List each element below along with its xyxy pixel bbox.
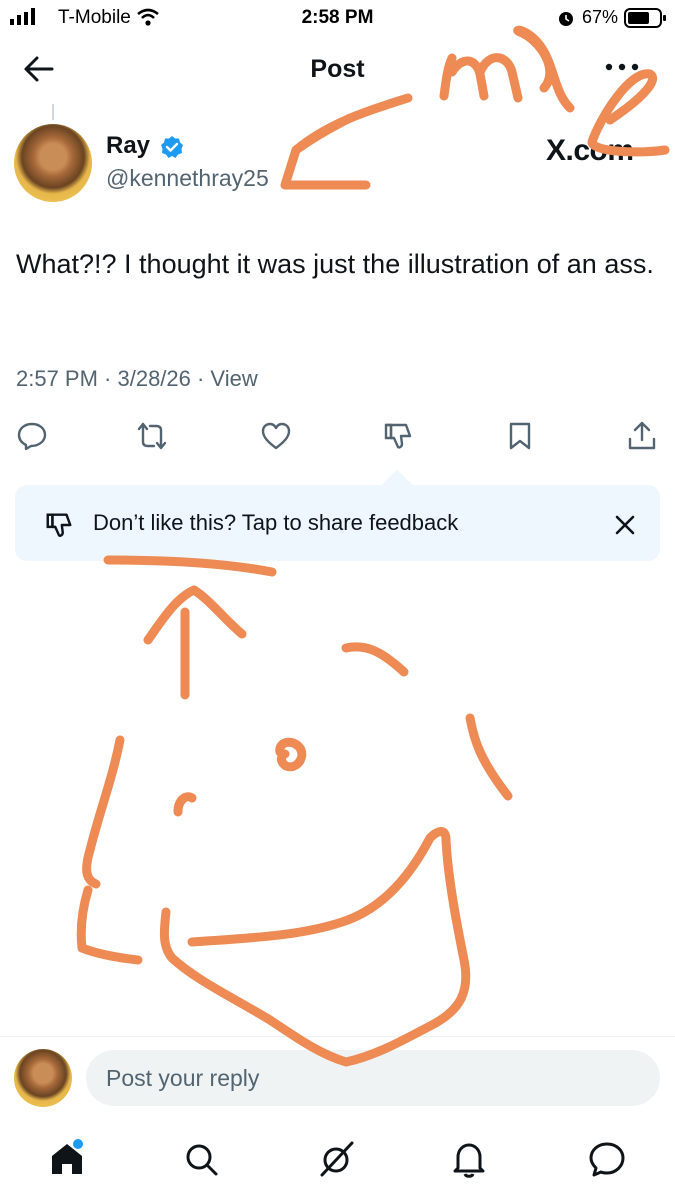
battery-percent: 67% xyxy=(582,7,619,27)
more-horizontal-icon[interactable] xyxy=(604,60,640,74)
source-label: X.com xyxy=(546,134,634,167)
divider xyxy=(0,1036,675,1037)
page-title: Post xyxy=(310,55,365,83)
dislike-icon[interactable] xyxy=(382,420,414,452)
alarm-icon xyxy=(559,12,573,26)
search-icon[interactable] xyxy=(180,1138,222,1180)
bookmark-icon[interactable] xyxy=(504,420,536,452)
repost-icon[interactable] xyxy=(136,420,168,452)
reply-avatar xyxy=(14,1049,72,1107)
battery-icon xyxy=(624,8,666,28)
thumbs-down-icon xyxy=(46,513,72,537)
post-timestamp[interactable]: 2:57 PM · 3/28/26 · View xyxy=(16,366,258,392)
like-icon[interactable] xyxy=(260,420,292,452)
avatar[interactable] xyxy=(14,124,92,202)
annotation-drawing xyxy=(76,25,670,1067)
author-name[interactable]: Ray xyxy=(106,132,150,160)
share-icon[interactable] xyxy=(626,420,658,452)
reply-icon[interactable] xyxy=(16,420,48,452)
verified-badge-icon xyxy=(161,136,183,158)
messages-icon[interactable] xyxy=(586,1138,628,1180)
close-icon[interactable] xyxy=(612,512,638,538)
home-icon[interactable] xyxy=(46,1138,88,1180)
notifications-icon[interactable] xyxy=(448,1138,490,1180)
thread-line xyxy=(52,104,54,120)
status-bar: T-Mobile 2:58 PM 67% xyxy=(0,0,675,34)
grok-icon[interactable] xyxy=(316,1138,358,1180)
author-handle[interactable]: @kennethray25 xyxy=(106,165,269,192)
reply-placeholder: Post your reply xyxy=(106,1065,260,1091)
post-text: What?!? I thought it was just the illust… xyxy=(16,249,654,279)
feedback-text[interactable]: Don’t like this? Tap to share feedback xyxy=(93,510,458,536)
